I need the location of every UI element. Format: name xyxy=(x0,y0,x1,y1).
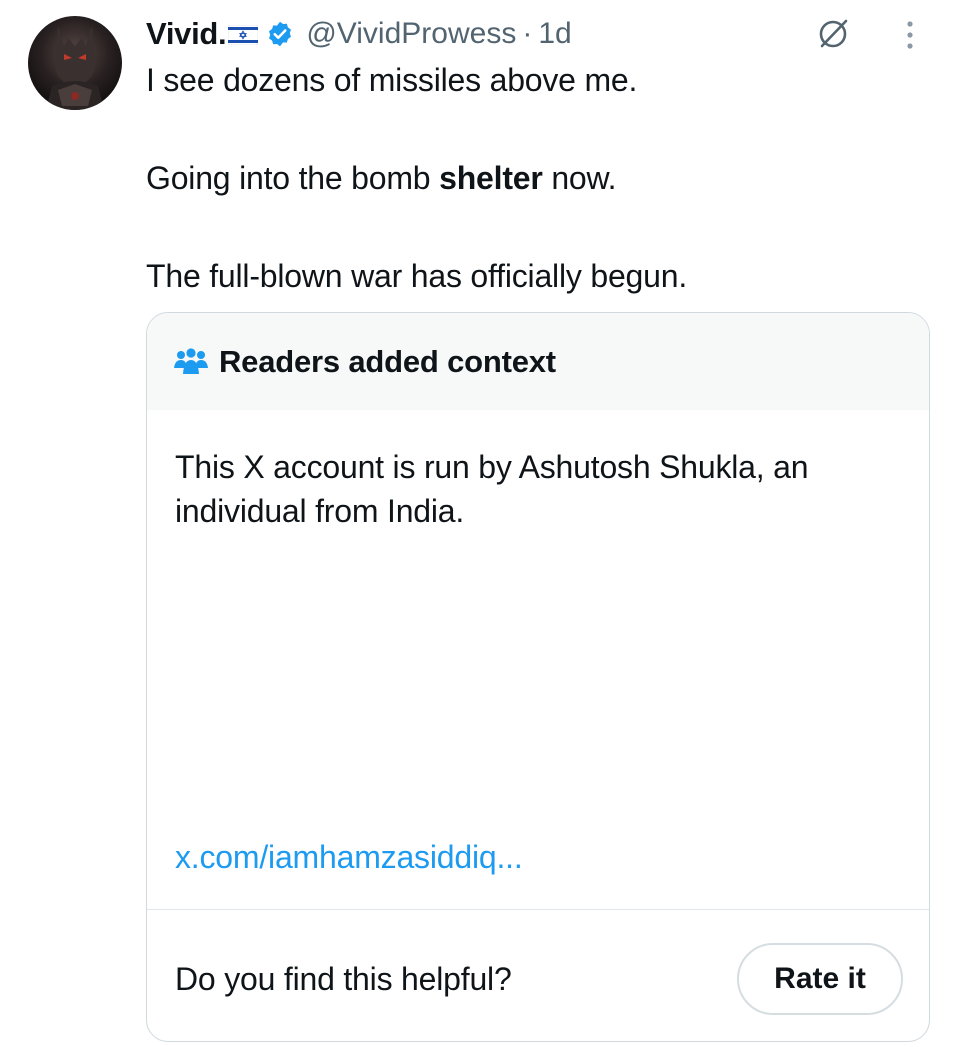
community-note-title: Readers added context xyxy=(219,343,556,379)
avatar[interactable] xyxy=(28,16,122,110)
israel-flag-icon xyxy=(228,24,259,46)
tweet-header: Vivid. @VividProwess · 1d xyxy=(146,12,572,56)
verified-badge-icon[interactable] xyxy=(266,20,294,48)
avatar-image xyxy=(46,26,104,110)
community-note-header[interactable]: Readers added context xyxy=(147,313,929,410)
community-note-source-link[interactable]: x.com/iamhamzasiddiq... xyxy=(175,839,523,876)
rate-it-button[interactable]: Rate it xyxy=(737,943,903,1015)
community-note: Readers added context This X account is … xyxy=(146,312,930,1042)
tweet-text-bold: shelter xyxy=(439,160,543,196)
tweet-text-line: The full-blown war has officially begun. xyxy=(146,258,688,294)
tweet-text-line: Going into the bomb shelter now. xyxy=(146,158,617,198)
user-handle[interactable]: @VividProwess xyxy=(306,17,516,51)
divider xyxy=(147,909,929,910)
tweet: Vivid. @VividProwess · 1d I see dozens o… xyxy=(0,0,959,1047)
helpful-question: Do you find this helpful? xyxy=(175,961,512,997)
grok-icon[interactable] xyxy=(815,16,851,52)
readers-group-icon xyxy=(173,347,209,376)
tweet-text-line: I see dozens of missiles above me. xyxy=(146,62,638,98)
tweet-text-segment: Going into the bomb xyxy=(146,160,440,196)
timestamp[interactable]: 1d xyxy=(538,17,571,51)
tweet-text-segment: now. xyxy=(542,160,617,196)
more-options-icon[interactable] xyxy=(897,18,923,52)
community-note-text: This X account is run by Ashutosh Shukla… xyxy=(175,449,809,529)
separator-dot: · xyxy=(522,17,533,50)
display-name[interactable]: Vivid. xyxy=(146,16,227,52)
